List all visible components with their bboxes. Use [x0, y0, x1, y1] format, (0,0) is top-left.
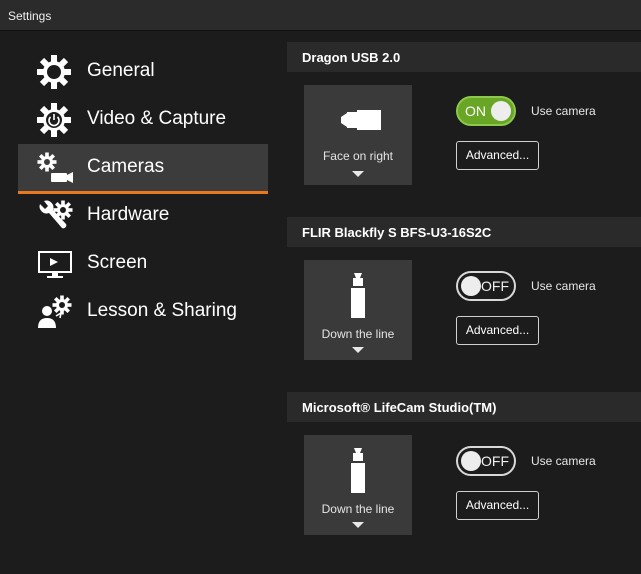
title-bar: Settings — [0, 0, 641, 31]
sidebar-item-label: Lesson & Sharing — [87, 300, 237, 321]
sidebar-item-label: General — [87, 60, 155, 81]
sidebar-item-video-capture[interactable]: Video & Capture — [18, 96, 268, 144]
sidebar-item-label: Hardware — [87, 204, 170, 225]
orientation-label: Down the line — [321, 327, 395, 341]
sidebar-item-label: Screen — [87, 252, 148, 273]
chevron-down-icon — [352, 347, 364, 353]
toggle-state: ON — [465, 103, 486, 119]
sidebar-item-general[interactable]: General — [18, 48, 268, 96]
use-camera-label: Use camera — [531, 279, 596, 293]
camera-down-icon — [351, 448, 365, 493]
use-camera-label: Use camera — [531, 454, 596, 468]
sidebar-item-screen[interactable]: Screen — [18, 240, 268, 288]
toggle-state: OFF — [481, 278, 509, 294]
use-camera-toggle[interactable]: OFF — [456, 271, 516, 301]
sidebar: General Video & Capture Cameras Hardware… — [18, 48, 268, 336]
toggle-knob — [461, 276, 481, 296]
orientation-label: Down the line — [321, 502, 395, 516]
toggle-knob — [491, 101, 511, 121]
use-camera-toggle[interactable]: OFF — [456, 446, 516, 476]
toggle-state: OFF — [481, 453, 509, 469]
advanced-button[interactable]: Advanced... — [456, 491, 539, 520]
camera-name: Microsoft® LifeCam Studio(TM) — [302, 400, 497, 415]
camera-header: Dragon USB 2.0 — [287, 42, 641, 72]
sidebar-item-label: Cameras — [87, 156, 165, 177]
gear-camera-icon — [37, 152, 73, 183]
orientation-label: Face on right — [322, 149, 394, 163]
camera-side-icon — [341, 110, 381, 130]
gear-power-icon — [37, 103, 71, 137]
use-camera-toggle[interactable]: ON — [456, 96, 516, 126]
advanced-button[interactable]: Advanced... — [456, 141, 539, 170]
person-gear-icon — [38, 295, 72, 328]
use-camera-label: Use camera — [531, 104, 596, 118]
toggle-knob — [461, 451, 481, 471]
sidebar-item-hardware[interactable]: Hardware — [18, 192, 268, 240]
orientation-selector[interactable]: Down the line — [304, 260, 412, 360]
camera-header: Microsoft® LifeCam Studio(TM) — [287, 392, 641, 422]
camera-header: FLIR Blackfly S BFS-U3-16S2C — [287, 217, 641, 247]
camera-name: Dragon USB 2.0 — [302, 50, 401, 65]
orientation-selector[interactable]: Face on right — [304, 85, 412, 185]
advanced-button[interactable]: Advanced... — [456, 316, 539, 345]
monitor-icon — [38, 251, 72, 278]
wrench-gear-icon — [39, 200, 73, 229]
orientation-selector[interactable]: Down the line — [304, 435, 412, 535]
sidebar-item-cameras[interactable]: Cameras — [18, 144, 268, 194]
camera-down-icon — [351, 273, 365, 318]
sidebar-item-label: Video & Capture — [87, 108, 227, 129]
camera-name: FLIR Blackfly S BFS-U3-16S2C — [302, 225, 492, 240]
gear-icon — [37, 55, 71, 89]
chevron-down-icon — [352, 171, 364, 177]
sidebar-item-lesson-sharing[interactable]: Lesson & Sharing — [18, 288, 268, 336]
chevron-down-icon — [352, 522, 364, 528]
window-title: Settings — [8, 9, 52, 23]
